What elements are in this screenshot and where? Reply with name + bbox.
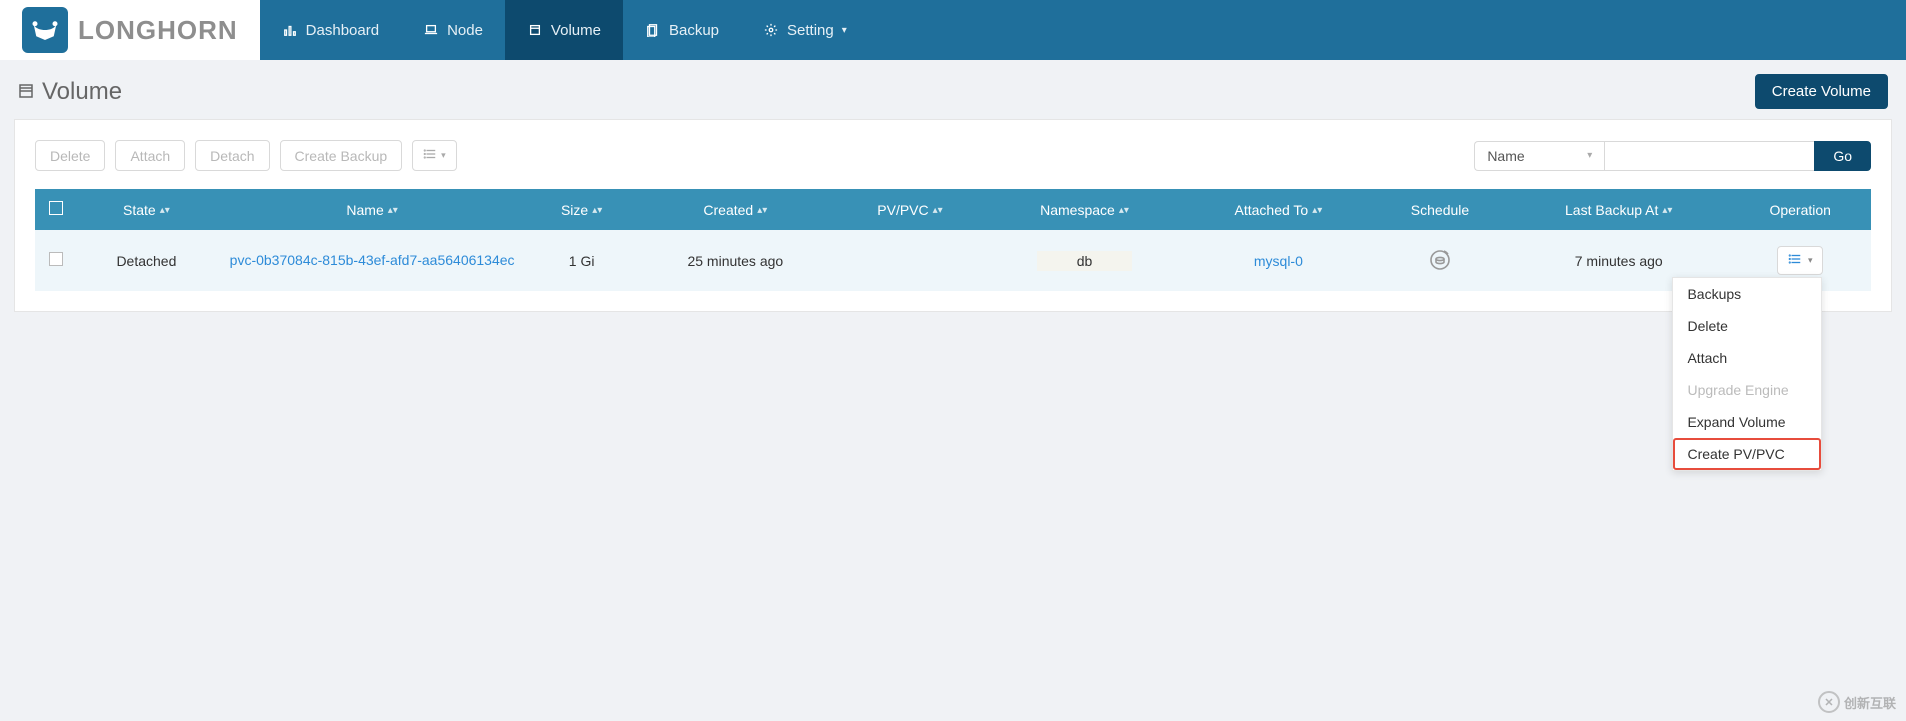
watermark-icon: ✕ bbox=[1818, 691, 1840, 713]
col-schedule: Schedule bbox=[1411, 202, 1469, 218]
col-pvpvc[interactable]: PV/PVC bbox=[877, 202, 928, 218]
chevron-down-icon: ▾ bbox=[1808, 255, 1813, 266]
col-name[interactable]: Name bbox=[346, 202, 383, 218]
cell-size: 1 Gi bbox=[569, 253, 595, 269]
cell-created: 25 minutes ago bbox=[687, 253, 783, 269]
sort-icon: ▴▾ bbox=[160, 208, 170, 214]
row-operation-button[interactable]: ▾ Backups Delete Attach Upgrade Engine E… bbox=[1777, 246, 1824, 275]
volume-icon bbox=[527, 22, 543, 38]
nav-setting-label: Setting bbox=[787, 22, 834, 39]
chart-icon bbox=[282, 22, 298, 38]
menu-backups[interactable]: Backups bbox=[1673, 278, 1821, 310]
sort-icon: ▴▾ bbox=[592, 208, 602, 214]
cell-attached-link[interactable]: mysql-0 bbox=[1254, 253, 1303, 269]
col-lastbackup[interactable]: Last Backup At bbox=[1565, 202, 1658, 218]
bulk-create-backup-button[interactable]: Create Backup bbox=[280, 140, 403, 171]
menu-expand-volume[interactable]: Expand Volume bbox=[1673, 406, 1821, 438]
volumes-table: State ▴▾ Name ▴▾ Size ▴▾ Created ▴▾ PV/PVC ▴▾… bbox=[35, 189, 1871, 291]
cell-state: Detached bbox=[116, 253, 176, 269]
nav-dashboard[interactable]: Dashboard bbox=[260, 0, 401, 60]
search-input[interactable] bbox=[1604, 141, 1814, 171]
operation-menu: Backups Delete Attach Upgrade Engine Exp… bbox=[1672, 277, 1822, 471]
laptop-icon bbox=[423, 22, 439, 38]
col-namespace[interactable]: Namespace bbox=[1040, 202, 1115, 218]
nav-volume-label: Volume bbox=[551, 22, 601, 39]
nav-node-label: Node bbox=[447, 22, 483, 39]
col-created[interactable]: Created bbox=[703, 202, 753, 218]
go-button[interactable]: Go bbox=[1814, 141, 1871, 171]
bulk-more-button[interactable]: ▾ bbox=[412, 140, 457, 171]
list-icon bbox=[423, 147, 437, 164]
cell-namespace: db bbox=[1037, 251, 1133, 271]
content-card: Delete Attach Detach Create Backup ▾ Nam… bbox=[14, 119, 1892, 312]
nav-backup[interactable]: Backup bbox=[623, 0, 741, 60]
menu-delete[interactable]: Delete bbox=[1673, 310, 1821, 342]
watermark-text: 创新互联 bbox=[1844, 693, 1896, 712]
chevron-down-icon: ▾ bbox=[441, 150, 446, 161]
sort-icon: ▴▾ bbox=[1662, 208, 1672, 214]
brand-text: LONGHORN bbox=[78, 15, 238, 46]
bulk-delete-button[interactable]: Delete bbox=[35, 140, 105, 171]
row-checkbox[interactable] bbox=[49, 252, 63, 266]
select-all-checkbox[interactable] bbox=[49, 201, 63, 215]
nav-node[interactable]: Node bbox=[401, 0, 505, 60]
nav-backup-label: Backup bbox=[669, 22, 719, 39]
page-title-text: Volume bbox=[42, 78, 122, 106]
watermark: ✕ 创新互联 bbox=[1818, 691, 1896, 713]
nav-setting[interactable]: Setting ▾ bbox=[741, 0, 869, 60]
backup-icon bbox=[645, 22, 661, 38]
menu-attach[interactable]: Attach bbox=[1673, 342, 1821, 374]
sort-icon: ▴▾ bbox=[1312, 208, 1322, 214]
col-attached[interactable]: Attached To bbox=[1235, 202, 1309, 218]
page-title: Volume bbox=[18, 78, 122, 106]
chevron-down-icon: ▾ bbox=[842, 25, 847, 36]
logo[interactable]: LONGHORN bbox=[0, 0, 260, 60]
sort-icon: ▴▾ bbox=[1119, 208, 1129, 214]
toolbar: Delete Attach Detach Create Backup ▾ Nam… bbox=[35, 140, 1871, 171]
list-icon bbox=[1788, 252, 1802, 269]
col-state[interactable]: State bbox=[123, 202, 156, 218]
nav-volume[interactable]: Volume bbox=[505, 0, 623, 60]
create-volume-button[interactable]: Create Volume bbox=[1755, 74, 1888, 109]
menu-create-pv-pvc[interactable]: Create PV/PVC bbox=[1673, 438, 1821, 470]
sort-icon: ▴▾ bbox=[757, 208, 767, 214]
page-header: Volume Create Volume bbox=[0, 60, 1906, 119]
cell-lastbackup: 7 minutes ago bbox=[1575, 253, 1663, 269]
volume-page-icon bbox=[18, 78, 34, 106]
longhorn-icon bbox=[22, 7, 68, 53]
sort-icon: ▴▾ bbox=[933, 208, 943, 214]
table-row: Detached pvc-0b37084c-815b-43ef-afd7-aa5… bbox=[35, 230, 1871, 291]
sort-icon: ▴▾ bbox=[388, 208, 398, 214]
menu-upgrade-engine: Upgrade Engine bbox=[1673, 374, 1821, 406]
schedule-icon bbox=[1427, 247, 1453, 273]
chevron-down-icon: ▾ bbox=[1587, 150, 1592, 161]
gear-icon bbox=[763, 22, 779, 38]
cell-name-link[interactable]: pvc-0b37084c-815b-43ef-afd7-aa56406134ec bbox=[230, 251, 515, 271]
top-nav: LONGHORN Dashboard Node Volume Backup Se… bbox=[0, 0, 1906, 60]
bulk-attach-button[interactable]: Attach bbox=[115, 140, 185, 171]
bulk-detach-button[interactable]: Detach bbox=[195, 140, 269, 171]
filter-field-select[interactable]: Name ▾ bbox=[1474, 141, 1604, 171]
col-size[interactable]: Size bbox=[561, 202, 588, 218]
nav-dashboard-label: Dashboard bbox=[306, 22, 379, 39]
col-operation: Operation bbox=[1769, 202, 1830, 218]
filter-field-value: Name bbox=[1487, 148, 1524, 164]
